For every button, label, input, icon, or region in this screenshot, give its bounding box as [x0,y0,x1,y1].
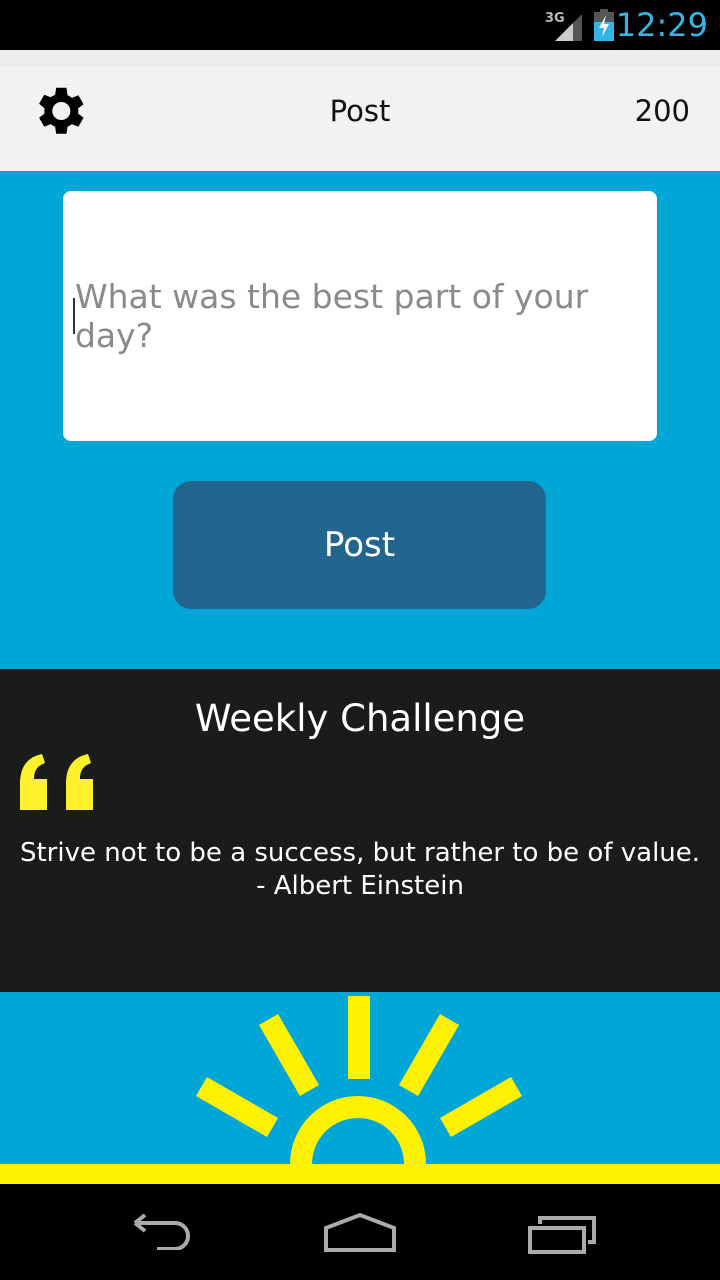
quote-author: - Albert Einstein [256,871,464,901]
post-input[interactable]: What was the best part of your day? [63,191,657,441]
clock: 12:29 [615,6,708,44]
recents-icon[interactable] [526,1216,598,1256]
compose-section: What was the best part of your day? Post [0,171,720,669]
sun-banner [0,992,720,1184]
challenge-quote: Strive not to be a success, but rather t… [0,837,720,903]
app-header: Post 200 [0,50,720,171]
battery-charging-icon [594,9,614,41]
post-button[interactable]: Post [173,481,546,609]
quote-icon [20,754,93,810]
network-type: 3G [545,11,565,26]
status-bar: 3G 12:29 [0,0,720,50]
sun-icon [0,996,720,1184]
challenge-title: Weekly Challenge [194,697,526,740]
post-input-placeholder: What was the best part of your day? [74,277,589,355]
quote-text: Strive not to be a success, but rather t… [19,838,701,868]
navigation-bar [0,1184,720,1280]
back-icon[interactable] [125,1214,195,1250]
page-title: Post [329,94,391,128]
post-count: 200 [634,94,690,128]
home-icon[interactable] [322,1212,398,1254]
weekly-challenge-section: Weekly Challenge Strive not to be a succ… [0,669,720,992]
signal-icon: 3G [545,11,582,41]
